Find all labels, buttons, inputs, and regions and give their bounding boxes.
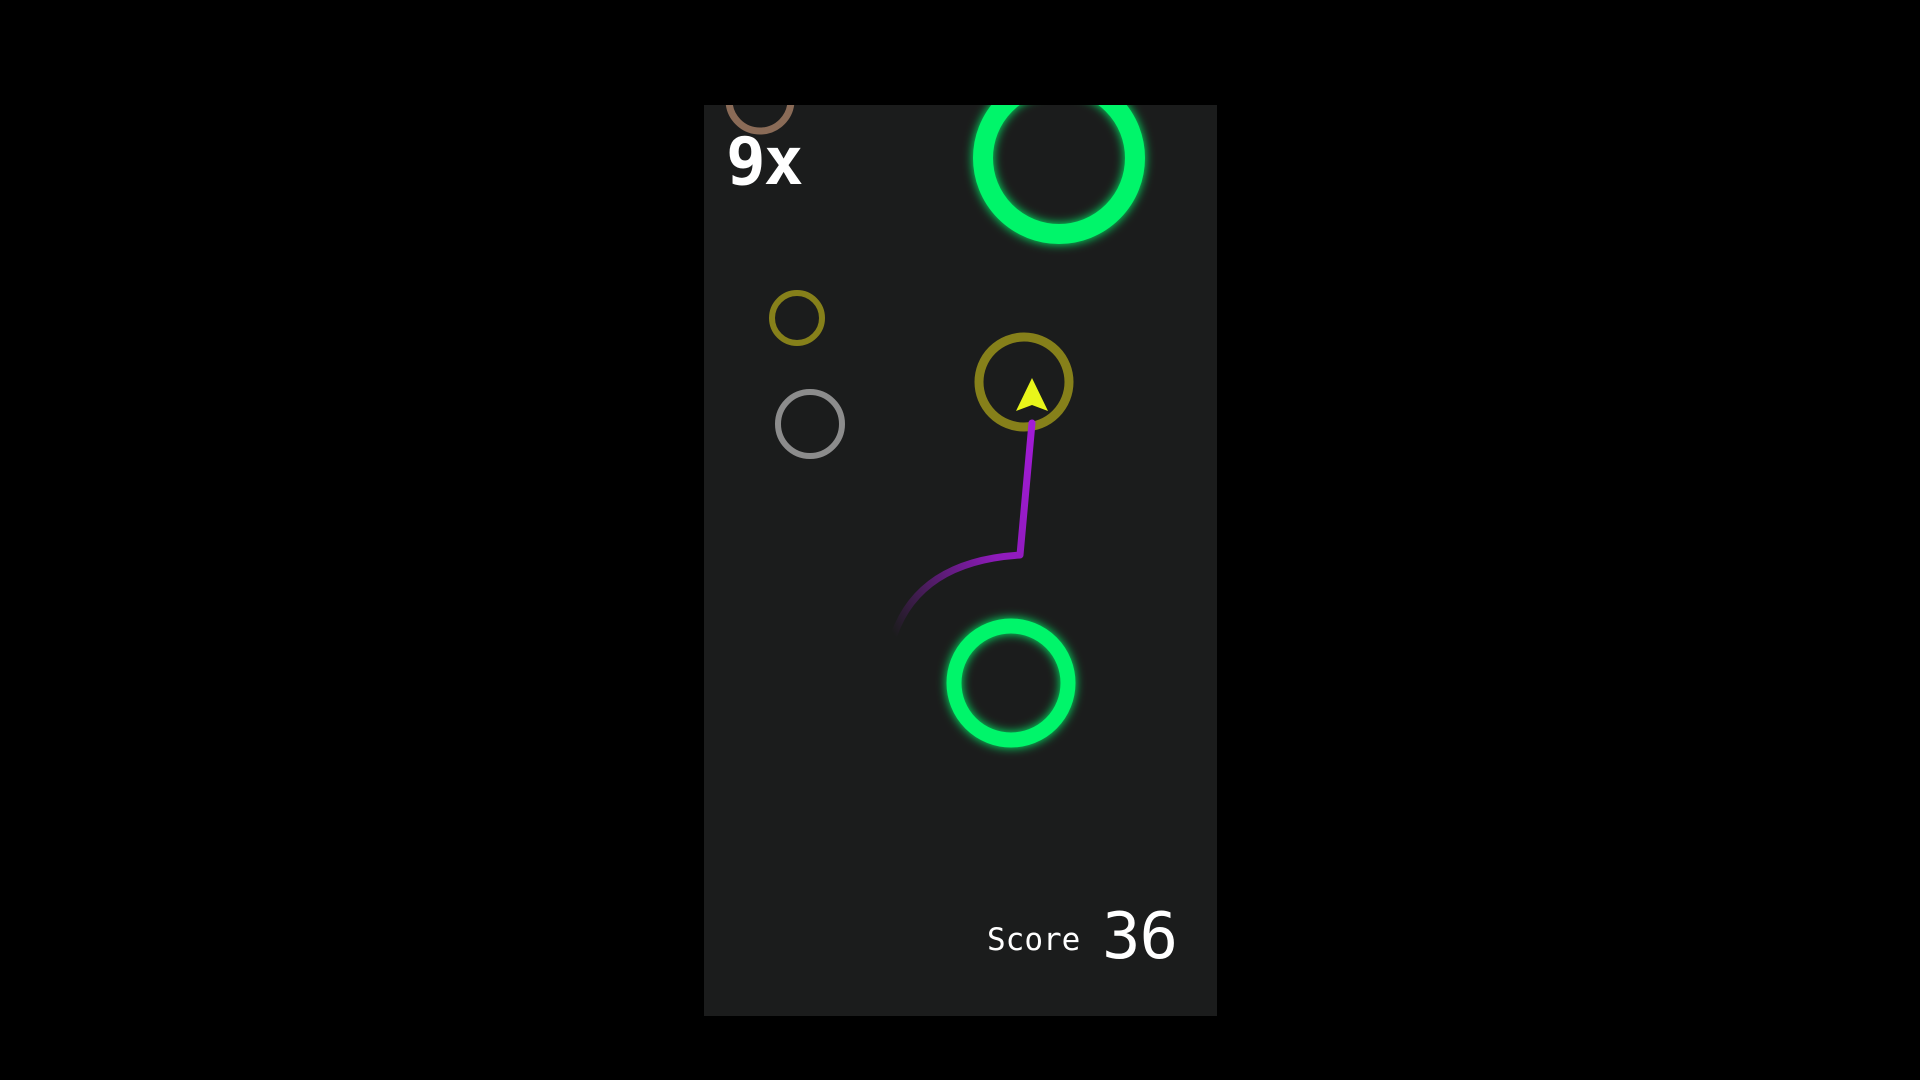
game-canvas[interactable] (704, 105, 1217, 1016)
ring-gray (775, 389, 845, 459)
trail-line (890, 419, 1036, 639)
ring-active-top (973, 105, 1145, 244)
multiplier-counter: 9x (726, 123, 803, 200)
score-label: Score (987, 922, 1081, 958)
arrow-icon (1016, 378, 1048, 411)
ring-olive-current (974, 332, 1074, 432)
score-value: 36 (1102, 900, 1178, 974)
ring-olive-small (769, 290, 825, 346)
game-play-area[interactable]: 9x Score 36 (704, 105, 1217, 1016)
ring-active-bottom (946, 618, 1076, 748)
